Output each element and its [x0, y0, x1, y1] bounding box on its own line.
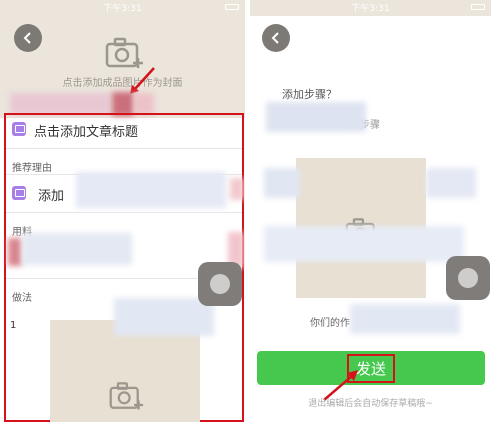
autosave-hint: 退出编辑后会自动保存草稿哦~ [308, 399, 433, 409]
method-section-label: 做法 [12, 293, 32, 304]
blurred-right-edge [426, 168, 476, 198]
cover-photo-top: 下午3:31 [250, 0, 491, 16]
status-time: 下午3:31 [351, 4, 390, 14]
title-placeholder[interactable]: 点击添加文章标题 [34, 121, 138, 140]
right-phone-screen: 下午3:31 添加步骤？ 添加步骤 你们的作 发送 退出编辑后会自动保存草稿哦~ [250, 0, 491, 422]
blurred-step-text [114, 298, 214, 336]
blurred-step-hint [266, 102, 366, 132]
blurred-left-edge [264, 168, 300, 198]
blurred-author-name [10, 93, 110, 115]
chevron-left-icon [23, 32, 31, 44]
battery-icon [471, 4, 485, 10]
left-phone-screen: 下午3:31 点击添加成品图片作为封面 点击添加文章标题 推荐理由 添加 做法 … [0, 0, 245, 422]
send-button[interactable]: 发送 [257, 351, 485, 385]
add-step-question: 添加步骤？ [282, 88, 337, 101]
divider [6, 148, 242, 149]
reason-section-label: 推荐理由 [12, 163, 52, 174]
blurred-step-text [264, 226, 464, 262]
status-bar: 下午3:31 [0, 0, 245, 14]
reason-placeholder[interactable]: 添加 [38, 185, 64, 204]
camera-icon[interactable] [104, 36, 144, 70]
blurred-edge [230, 178, 244, 200]
tips-text: 你们的作 [310, 318, 350, 329]
floating-assistive-button[interactable] [198, 262, 242, 306]
edit-reason-icon [12, 186, 26, 200]
camera-icon[interactable] [108, 380, 144, 412]
edit-title-icon [12, 122, 26, 136]
blurred-reason-text [76, 172, 226, 208]
blurred-ingredient-list [22, 233, 132, 265]
blurred-decoration [134, 93, 154, 115]
status-bar: 下午3:31 [250, 0, 491, 14]
back-button[interactable] [14, 24, 42, 52]
battery-icon [225, 4, 239, 10]
back-button[interactable] [262, 24, 290, 52]
floating-assistive-button[interactable] [446, 256, 490, 300]
cover-hint-text: 点击添加成品图片作为封面 [62, 78, 183, 89]
divider [6, 212, 242, 213]
step-number: 1 [10, 320, 17, 331]
blurred-tips-text [350, 304, 460, 334]
status-time: 下午3:31 [103, 4, 142, 14]
blurred-ingredient-icon [8, 238, 22, 266]
chevron-left-icon [271, 32, 279, 44]
